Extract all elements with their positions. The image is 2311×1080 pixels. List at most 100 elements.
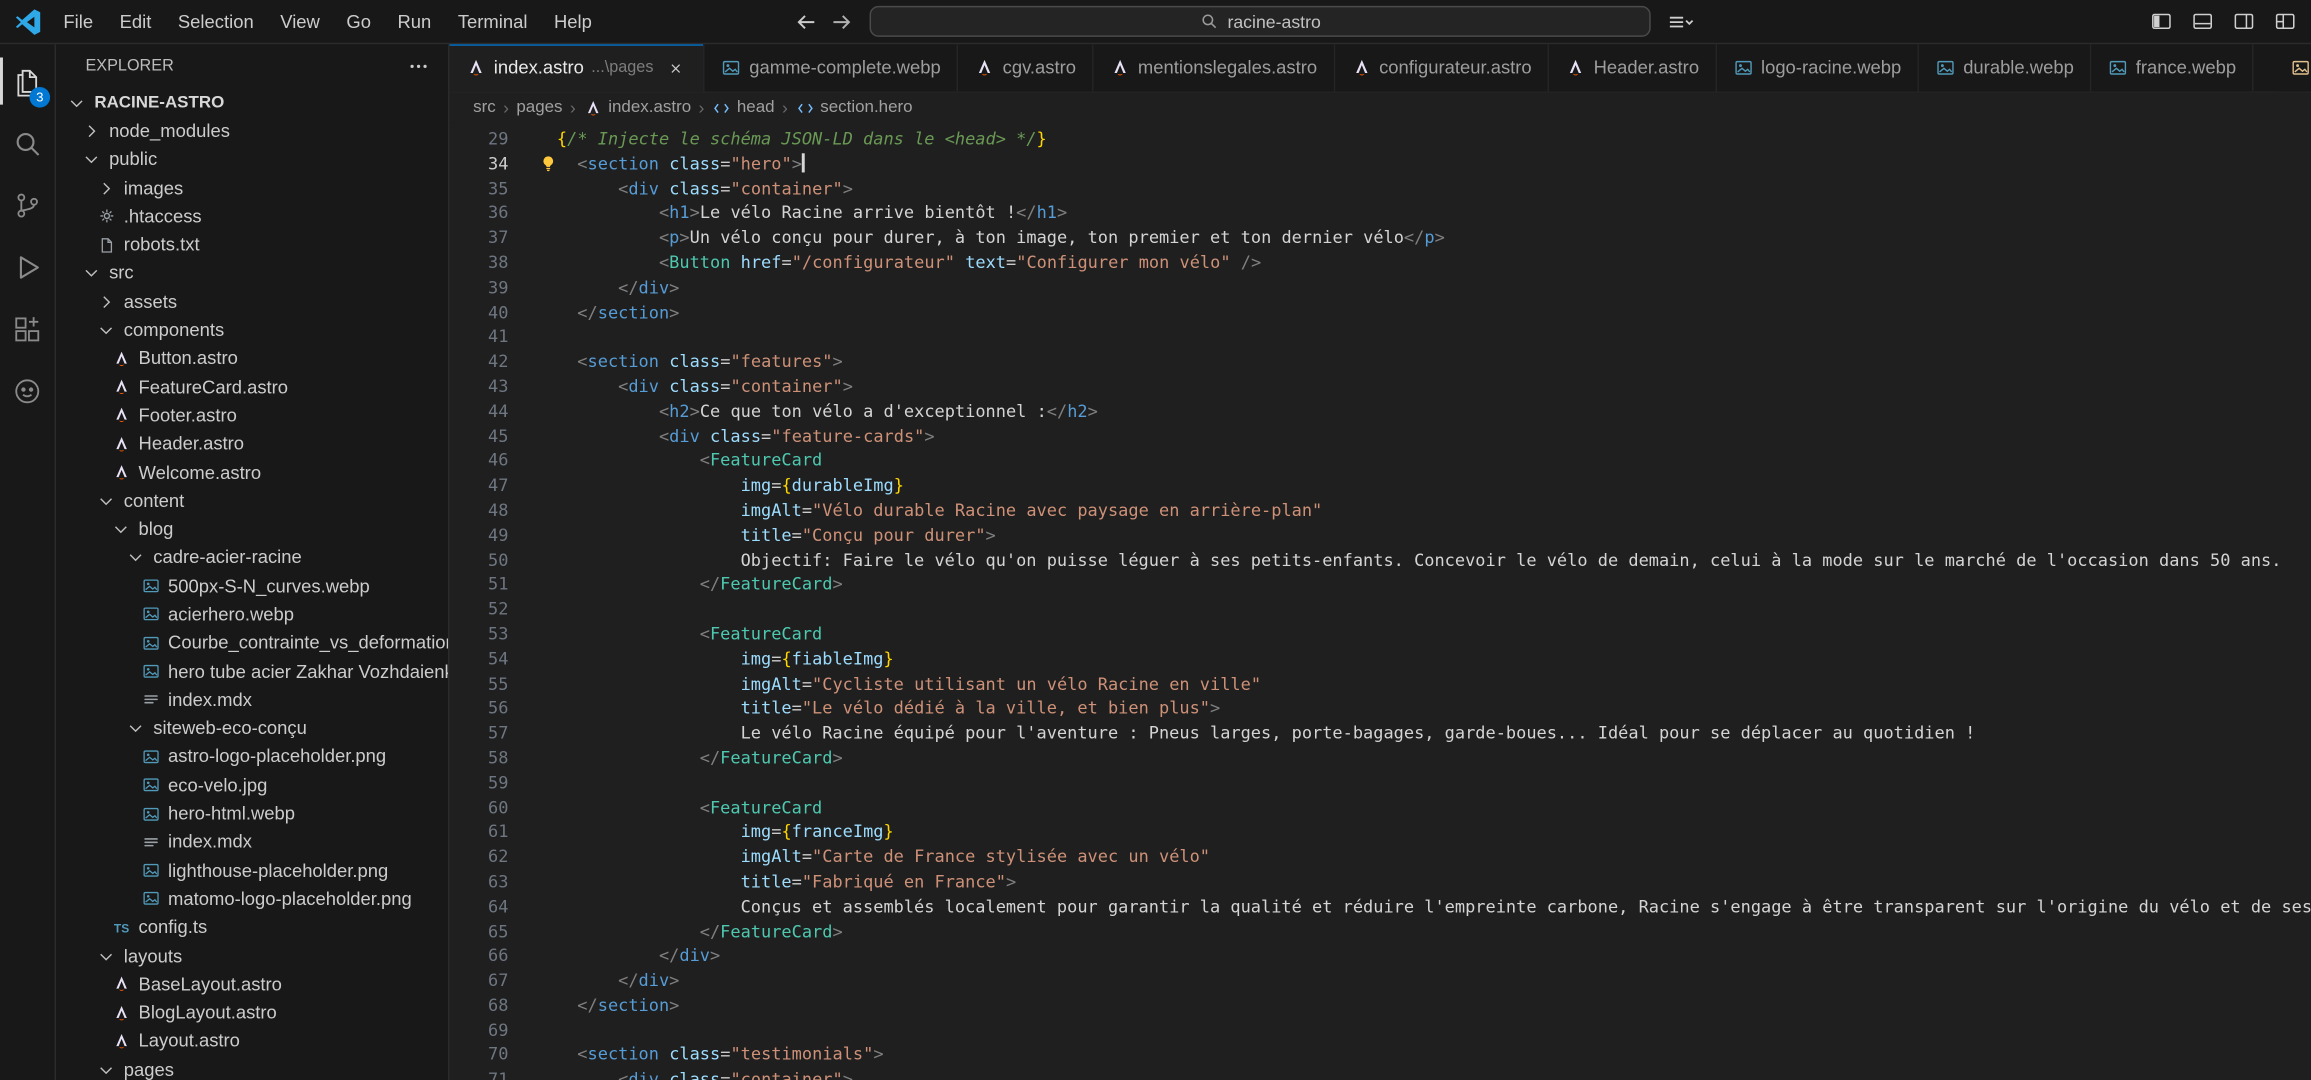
code-line-57[interactable]: 57 Le vélo Racine équipé pour l'aventure…: [450, 721, 2311, 746]
code-line-53[interactable]: 53 <FeatureCard: [450, 622, 2311, 647]
tree-item-config-ts[interactable]: TSconfig.ts: [56, 913, 448, 941]
tree-item-header-astro[interactable]: Header.astro: [56, 430, 448, 458]
code-line-42[interactable]: 42 <section class="features">: [450, 350, 2311, 375]
breadcrumb-pages[interactable]: pages: [516, 99, 562, 117]
tree-item-blog[interactable]: blog: [56, 515, 448, 543]
tree-item-baselayout-astro[interactable]: BaseLayout.astro: [56, 970, 448, 998]
code-line-64[interactable]: 64 Conçus et assemblés localement pour g…: [450, 894, 2311, 919]
menu-run[interactable]: Run: [384, 0, 444, 43]
code-line-39[interactable]: 39 </div>: [450, 275, 2311, 300]
menu-view[interactable]: View: [267, 0, 333, 43]
toggle-primary-sidebar-icon[interactable]: [2150, 10, 2172, 32]
code-line-37[interactable]: 37 <p>Un vélo conçu pour durer, à ton im…: [450, 226, 2311, 251]
code-line-70[interactable]: 70 <section class="testimonials">: [450, 1043, 2311, 1068]
tree-item-components[interactable]: components: [56, 316, 448, 344]
code-line-35[interactable]: 35 <div class="container">: [450, 176, 2311, 201]
breadcrumb-head[interactable]: head: [712, 98, 775, 117]
tab-cgv-astro[interactable]: cgv.astro: [958, 44, 1093, 91]
menu-help[interactable]: Help: [541, 0, 605, 43]
code-line-54[interactable]: 54 img={fiableImg}: [450, 647, 2311, 672]
tree-item-content[interactable]: content: [56, 487, 448, 515]
menu-file[interactable]: File: [50, 0, 106, 43]
toggle-panel-icon[interactable]: [2192, 10, 2214, 32]
code-line-50[interactable]: 50 Objectif: Faire le vélo qu'on puisse …: [450, 548, 2311, 573]
activitybar-run-debug[interactable]: [0, 236, 55, 298]
tree-item-node-modules[interactable]: node_modules: [56, 117, 448, 145]
tree-item-siteweb-eco-con-u[interactable]: siteweb-eco-conçu: [56, 714, 448, 742]
close-icon[interactable]: [664, 56, 688, 80]
tree-item-images[interactable]: images: [56, 174, 448, 202]
command-center-search[interactable]: racine-astro: [870, 6, 1651, 37]
tab-partial[interactable]: [2277, 44, 2311, 91]
tree-item-button-astro[interactable]: Button.astro: [56, 344, 448, 372]
lightbulb-icon[interactable]: [538, 153, 559, 174]
menu-go[interactable]: Go: [333, 0, 384, 43]
layers-dropdown-icon[interactable]: [1665, 10, 1694, 34]
tab-gamme-complete-webp[interactable]: gamme-complete.webp: [705, 44, 958, 91]
tree-item-lighthouse-placeholder-png[interactable]: lighthouse-placeholder.png: [56, 856, 448, 884]
code-line-44[interactable]: 44 <h2>Ce que ton vélo a d'exceptionnel …: [450, 399, 2311, 424]
tree-item-bloglayout-astro[interactable]: BlogLayout.astro: [56, 999, 448, 1027]
menu-selection[interactable]: Selection: [165, 0, 267, 43]
tab-header-astro[interactable]: Header.astro: [1549, 44, 1716, 91]
forward-icon[interactable]: [830, 10, 854, 34]
code-line-47[interactable]: 47 img={durableImg}: [450, 473, 2311, 498]
toggle-secondary-sidebar-icon[interactable]: [2233, 10, 2255, 32]
code-line-45[interactable]: 45 <div class="feature-cards">: [450, 424, 2311, 449]
breadcrumb-section-hero[interactable]: section.hero: [795, 98, 912, 117]
tab-index-astro[interactable]: index.astro...\pages: [450, 44, 706, 91]
tree-item-layouts[interactable]: layouts: [56, 942, 448, 970]
activitybar-search[interactable]: [0, 112, 55, 174]
menu-terminal[interactable]: Terminal: [445, 0, 541, 43]
customize-layout-icon[interactable]: [2274, 10, 2296, 32]
code-line-59[interactable]: 59: [450, 770, 2311, 795]
code-line-41[interactable]: 41: [450, 325, 2311, 350]
tree-item-pages[interactable]: pages: [56, 1055, 448, 1080]
tree-item-500px-s-n-curves-webp[interactable]: 500px-S-N_curves.webp: [56, 572, 448, 600]
code-line-58[interactable]: 58 </FeatureCard>: [450, 746, 2311, 771]
tree-item-layout-astro[interactable]: Layout.astro: [56, 1027, 448, 1055]
code-line-63[interactable]: 63 title="Fabriqué en France">: [450, 869, 2311, 894]
tab-france-webp[interactable]: france.webp: [2092, 44, 2254, 91]
tree-item-eco-velo-jpg[interactable]: eco-velo.jpg: [56, 771, 448, 799]
tree-item-robots-txt[interactable]: robots.txt: [56, 231, 448, 259]
tree-item-hero-html-webp[interactable]: hero-html.webp: [56, 799, 448, 827]
code-line-52[interactable]: 52: [450, 597, 2311, 622]
code-line-46[interactable]: 46 <FeatureCard: [450, 449, 2311, 474]
code-line-55[interactable]: 55 imgAlt="Cycliste utilisant un vélo Ra…: [450, 671, 2311, 696]
code-line-51[interactable]: 51 </FeatureCard>: [450, 572, 2311, 597]
tree-item-featurecard-astro[interactable]: FeatureCard.astro: [56, 373, 448, 401]
code-line-38[interactable]: 38 <Button href="/configurateur" text="C…: [450, 251, 2311, 276]
breadcrumb-src[interactable]: src: [473, 99, 496, 117]
tab-configurateur-astro[interactable]: configurateur.astro: [1335, 44, 1550, 91]
tree-item-racine-astro[interactable]: RACINE-ASTRO: [56, 88, 448, 116]
tab-mentionslegales-astro[interactable]: mentionslegales.astro: [1094, 44, 1335, 91]
code-line-60[interactable]: 60 <FeatureCard: [450, 795, 2311, 820]
tree-item-matomo-logo-placeholder-png[interactable]: matomo-logo-placeholder.png: [56, 885, 448, 913]
menu-edit[interactable]: Edit: [106, 0, 164, 43]
code-line-69[interactable]: 69: [450, 1018, 2311, 1043]
code-line-29[interactable]: 29 {/* Injecte le schéma JSON-LD dans le…: [450, 127, 2311, 152]
more-actions-icon[interactable]: [407, 55, 431, 79]
code-line-48[interactable]: 48 imgAlt="Vélo durable Racine avec pays…: [450, 498, 2311, 523]
tab-durable-webp[interactable]: durable.webp: [1919, 44, 2092, 91]
code-line-62[interactable]: 62 imgAlt="Carte de France stylisée avec…: [450, 845, 2311, 870]
activitybar-extensions[interactable]: [0, 298, 55, 360]
code-line-36[interactable]: 36 <h1>Le vélo Racine arrive bientôt !</…: [450, 201, 2311, 226]
tree-item-footer-astro[interactable]: Footer.astro: [56, 401, 448, 429]
tree-item-htaccess[interactable]: .htaccess: [56, 202, 448, 230]
code-line-71[interactable]: 71 <div class="container">: [450, 1067, 2311, 1080]
code-line-43[interactable]: 43 <div class="container">: [450, 374, 2311, 399]
tree-item-index-mdx[interactable]: index.mdx: [56, 686, 448, 714]
tree-item-src[interactable]: src: [56, 259, 448, 287]
activitybar-source-control[interactable]: [0, 174, 55, 236]
code-line-34[interactable]: 34 <section class="hero">: [450, 152, 2311, 177]
code-line-61[interactable]: 61 img={franceImg}: [450, 820, 2311, 845]
activitybar-copilot[interactable]: [0, 360, 55, 422]
back-icon[interactable]: [794, 10, 818, 34]
tree-item-welcome-astro[interactable]: Welcome.astro: [56, 458, 448, 486]
tree-item-cadre-acier-racine[interactable]: cadre-acier-racine: [56, 543, 448, 571]
tab-logo-racine-webp[interactable]: logo-racine.webp: [1717, 44, 1919, 91]
code-line-56[interactable]: 56 title="Le vélo dédié à la ville, et b…: [450, 696, 2311, 721]
tree-item-courbe-contrainte-vs-deformation-we[interactable]: Courbe_contrainte_vs_deformation.we...: [56, 629, 448, 657]
